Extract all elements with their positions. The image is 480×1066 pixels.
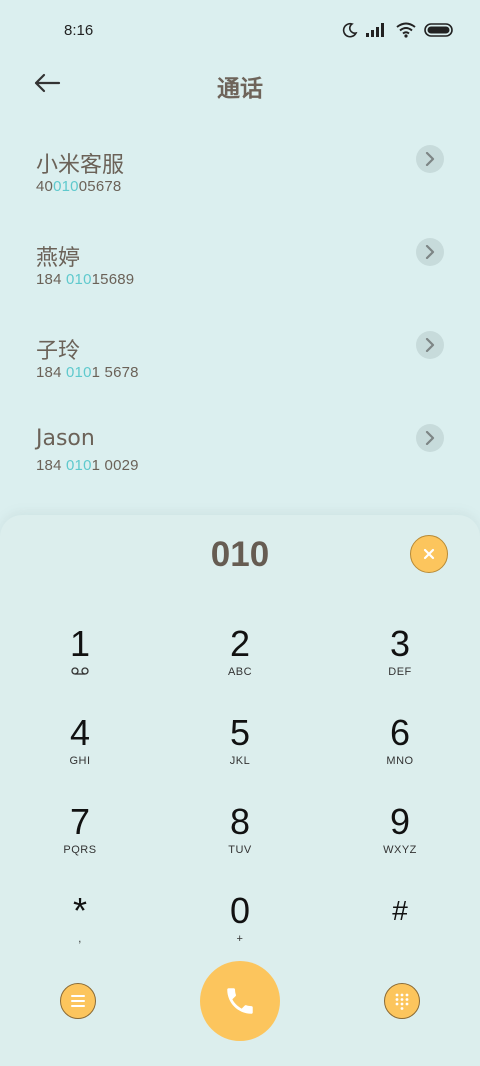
key-5[interactable]: 5 JKL bbox=[180, 712, 300, 792]
chevron-right-icon bbox=[425, 245, 435, 259]
key-4[interactable]: 4 GHI bbox=[20, 712, 140, 792]
key-letters: TUV bbox=[228, 844, 252, 856]
menu-button[interactable] bbox=[60, 983, 96, 1019]
clear-button[interactable] bbox=[410, 535, 448, 573]
key-digit: 8 bbox=[229, 801, 251, 842]
contact-item[interactable]: 小米客服 4001005678 bbox=[0, 120, 480, 210]
key-0[interactable]: 0 + bbox=[180, 890, 300, 970]
key-digit: 2 bbox=[229, 623, 251, 664]
moon-icon bbox=[342, 22, 358, 38]
number-match: 010 bbox=[53, 178, 79, 195]
key-digit: 0 bbox=[229, 890, 251, 931]
contact-number: 184 01015689 bbox=[36, 271, 135, 288]
menu-icon bbox=[71, 995, 85, 1007]
page-title: 通话 bbox=[217, 76, 263, 102]
signal-icon bbox=[366, 23, 384, 37]
key-digit: * bbox=[72, 890, 87, 931]
key-7[interactable]: 7 PQRS bbox=[20, 801, 140, 881]
chevron-right-icon bbox=[425, 152, 435, 166]
dial-input[interactable]: 010 bbox=[0, 535, 480, 575]
contact-number: 184 0101 5678 bbox=[36, 364, 139, 381]
status-time: 8:16 bbox=[64, 22, 94, 39]
key-9[interactable]: 9 WXYZ bbox=[340, 801, 460, 881]
contact-detail-button[interactable] bbox=[416, 145, 444, 173]
contact-item[interactable]: Jason 184 0101 0029 bbox=[0, 399, 480, 489]
key-letters: MNO bbox=[386, 755, 414, 767]
contact-name: Jason bbox=[36, 426, 95, 451]
contact-name: 子玲 bbox=[36, 339, 81, 364]
key-digit: 1 bbox=[69, 623, 91, 664]
contact-detail-button[interactable] bbox=[416, 424, 444, 452]
key-2[interactable]: 2 ABC bbox=[180, 623, 300, 703]
number-match: 010 bbox=[66, 364, 92, 381]
key-digit: 5 bbox=[229, 712, 251, 753]
key-letters: GHI bbox=[69, 755, 91, 767]
number-match: 010 bbox=[66, 457, 92, 474]
contact-detail-button[interactable] bbox=[416, 331, 444, 359]
voicemail-icon bbox=[71, 667, 89, 675]
call-button[interactable] bbox=[200, 961, 280, 1041]
status-bar: 8:16 bbox=[0, 0, 480, 62]
key-star[interactable]: * , bbox=[20, 890, 140, 970]
key-digit: 6 bbox=[389, 712, 411, 753]
keypad-toggle-button[interactable] bbox=[384, 983, 420, 1019]
key-letters: PQRS bbox=[63, 844, 97, 856]
key-letters: , bbox=[78, 933, 82, 945]
contact-name: 燕婷 bbox=[36, 246, 81, 271]
close-icon bbox=[423, 548, 435, 560]
battery-icon bbox=[424, 23, 453, 37]
dialpad-icon bbox=[395, 993, 409, 1010]
dial-panel: 010 1 2 ABC 3 DEF 4 GHI 5 JKL 6 MNO 7 PQ… bbox=[0, 515, 480, 1066]
number-match: 010 bbox=[66, 271, 92, 288]
wifi-icon bbox=[396, 22, 416, 38]
key-letters: JKL bbox=[229, 755, 251, 767]
contact-detail-button[interactable] bbox=[416, 238, 444, 266]
contact-item[interactable]: 子玲 184 0101 5678 bbox=[0, 306, 480, 396]
key-digit: 7 bbox=[69, 801, 91, 842]
key-hash[interactable]: # bbox=[340, 890, 460, 970]
key-8[interactable]: 8 TUV bbox=[180, 801, 300, 881]
status-icons bbox=[342, 22, 454, 38]
key-letters: DEF bbox=[388, 666, 412, 678]
key-digit: 4 bbox=[69, 712, 91, 753]
key-letters bbox=[20, 665, 140, 679]
contact-name: 小米客服 bbox=[36, 153, 125, 178]
key-letters: ABC bbox=[227, 666, 253, 678]
chevron-right-icon bbox=[425, 338, 435, 352]
key-6[interactable]: 6 MNO bbox=[340, 712, 460, 792]
key-letters: WXYZ bbox=[383, 844, 417, 856]
key-letters: + bbox=[236, 933, 244, 945]
chevron-right-icon bbox=[425, 431, 435, 445]
key-digit: # bbox=[392, 895, 408, 926]
contact-number: 184 0101 0029 bbox=[36, 457, 139, 474]
key-1[interactable]: 1 bbox=[20, 623, 140, 703]
key-digit: 3 bbox=[389, 623, 411, 664]
key-digit: 9 bbox=[389, 801, 411, 842]
key-3[interactable]: 3 DEF bbox=[340, 623, 460, 703]
contact-number: 4001005678 bbox=[36, 178, 122, 195]
contact-item[interactable]: 燕婷 184 01015689 bbox=[0, 213, 480, 303]
phone-icon bbox=[227, 988, 253, 1014]
header: 通话 bbox=[0, 62, 480, 106]
